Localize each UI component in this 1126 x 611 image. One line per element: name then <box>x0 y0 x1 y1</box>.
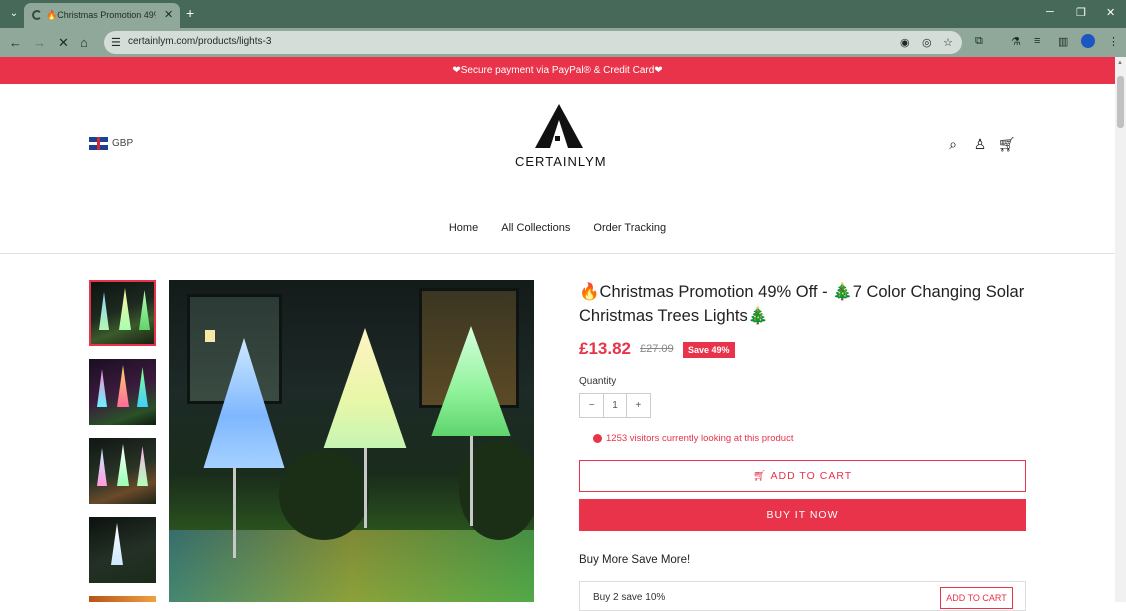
nav-order-tracking[interactable]: Order Tracking <box>593 222 666 234</box>
bookmark-star-icon[interactable]: ☆ <box>943 36 953 49</box>
logo-dot <box>555 136 560 141</box>
new-tab-icon[interactable]: + <box>186 5 194 21</box>
browser-tab-strip: ⌄ 🔥Christmas Promotion 49% O ✕ + ─ ❐ ✕ <box>0 0 1126 28</box>
account-icon[interactable]: ♙ <box>972 136 988 152</box>
visitors-notice: 1253 visitors currently looking at this … <box>593 433 793 444</box>
product-title: 🔥Christmas Promotion 49% Off - 🎄7 Color … <box>579 283 1025 325</box>
currency-selector[interactable]: GBP <box>89 137 133 150</box>
profile-avatar[interactable] <box>1081 34 1095 48</box>
currency-code: GBP <box>112 138 134 149</box>
quantity-label: Quantity <box>579 376 617 387</box>
main-nav: Home All Collections Order Tracking <box>0 222 1115 234</box>
browser-toolbar: ← → ✕ ⌂ ☰ certainlym.com/products/lights… <box>0 28 1126 57</box>
forward-icon[interactable]: → <box>33 35 46 50</box>
nav-home[interactable]: Home <box>449 222 478 234</box>
labs-icon[interactable]: ⚗ <box>1011 35 1021 48</box>
eye-icon <box>593 434 602 443</box>
product-thumbnail-4[interactable] <box>89 517 156 583</box>
menu-kebab-icon[interactable]: ⋮ <box>1108 35 1119 48</box>
announcement-bar: ❤Secure payment via PayPal® & Credit Car… <box>0 57 1115 84</box>
cart-icon: 🛒︎ <box>752 470 771 482</box>
light-stake <box>364 448 367 528</box>
solar-tree-light-yellow <box>323 328 407 448</box>
loading-icon <box>32 10 42 20</box>
address-bar[interactable]: ☰ certainlym.com/products/lights-3 ◉ ◎ ☆ <box>104 31 962 54</box>
tab-search-icon[interactable]: ⌄ <box>6 6 22 22</box>
product-thumbnail-3[interactable] <box>89 438 156 504</box>
bush <box>279 450 369 540</box>
home-icon[interactable]: ⌂ <box>80 35 88 50</box>
bundle-offer-text: Buy 2 save 10% <box>593 592 666 603</box>
url-text[interactable]: certainlym.com/products/lights-3 <box>128 36 271 47</box>
media-icon[interactable]: ≡ <box>1034 35 1040 47</box>
stop-loading-icon[interactable]: ✕ <box>58 35 69 51</box>
visitors-text: 1253 visitors currently looking at this … <box>606 433 794 444</box>
tab-title: 🔥Christmas Promotion 49% O <box>46 10 156 20</box>
product-thumbnail-5[interactable] <box>89 596 156 602</box>
minimize-icon[interactable]: ─ <box>1046 6 1054 18</box>
header-divider <box>0 253 1115 254</box>
add-to-cart-label: ADD TO CART <box>770 470 853 482</box>
back-icon[interactable]: ← <box>9 35 22 50</box>
logo-mark-icon <box>535 104 583 148</box>
light-stake <box>233 468 236 558</box>
scroll-up-arrow-icon[interactable]: ▲ <box>1117 60 1123 66</box>
light-stake <box>470 436 473 526</box>
ground-glow <box>169 530 534 602</box>
browser-tab[interactable]: 🔥Christmas Promotion 49% O ✕ <box>24 3 180 28</box>
side-panel-icon[interactable]: ▥ <box>1058 35 1068 48</box>
decrease-quantity-button[interactable]: − <box>580 394 603 417</box>
product-price: £13.82 <box>579 339 631 358</box>
quantity-input[interactable]: 1 <box>603 394 627 417</box>
site-info-icon[interactable]: ☰ <box>111 36 121 49</box>
search-icon[interactable]: ⌕ <box>945 136 961 152</box>
bundle-add-to-cart-button[interactable]: ADD TO CART <box>940 587 1013 609</box>
uk-flag-icon <box>89 137 108 150</box>
product-thumbnail-2[interactable] <box>89 359 156 425</box>
product-thumbnail-1[interactable] <box>89 280 156 346</box>
restore-icon[interactable]: ❐ <box>1076 6 1086 19</box>
product-main-image[interactable] <box>169 280 534 602</box>
bundle-heading: Buy More Save More! <box>579 554 691 566</box>
store-logo[interactable]: CERTAINLYM <box>515 104 607 169</box>
logo-text: CERTAINLYM <box>515 154 607 169</box>
add-to-cart-button[interactable]: 🛒︎ ADD TO CART <box>579 460 1026 492</box>
save-badge: Save 49% <box>683 342 735 358</box>
scrollbar-thumb[interactable] <box>1117 76 1124 128</box>
nav-all-collections[interactable]: All Collections <box>501 222 570 234</box>
wall-lamp <box>205 330 215 342</box>
eye-off-icon[interactable]: ◎ <box>922 36 932 49</box>
close-tab-icon[interactable]: ✕ <box>164 8 173 21</box>
google-lens-icon[interactable]: ◉ <box>900 36 910 49</box>
increase-quantity-button[interactable]: + <box>627 394 650 417</box>
extensions-icon[interactable]: ⧉ <box>975 35 983 48</box>
bundle-offer-row: Buy 2 save 10% ADD TO CART <box>579 581 1026 611</box>
buy-now-button[interactable]: BUY IT NOW <box>579 499 1026 531</box>
quantity-stepper: − 1 + <box>579 393 651 418</box>
page-scrollbar[interactable] <box>1115 57 1126 602</box>
cart-icon[interactable]: 🛒︎ <box>998 136 1016 152</box>
compare-price: £27.09 <box>640 343 674 355</box>
close-window-icon[interactable]: ✕ <box>1106 6 1115 19</box>
